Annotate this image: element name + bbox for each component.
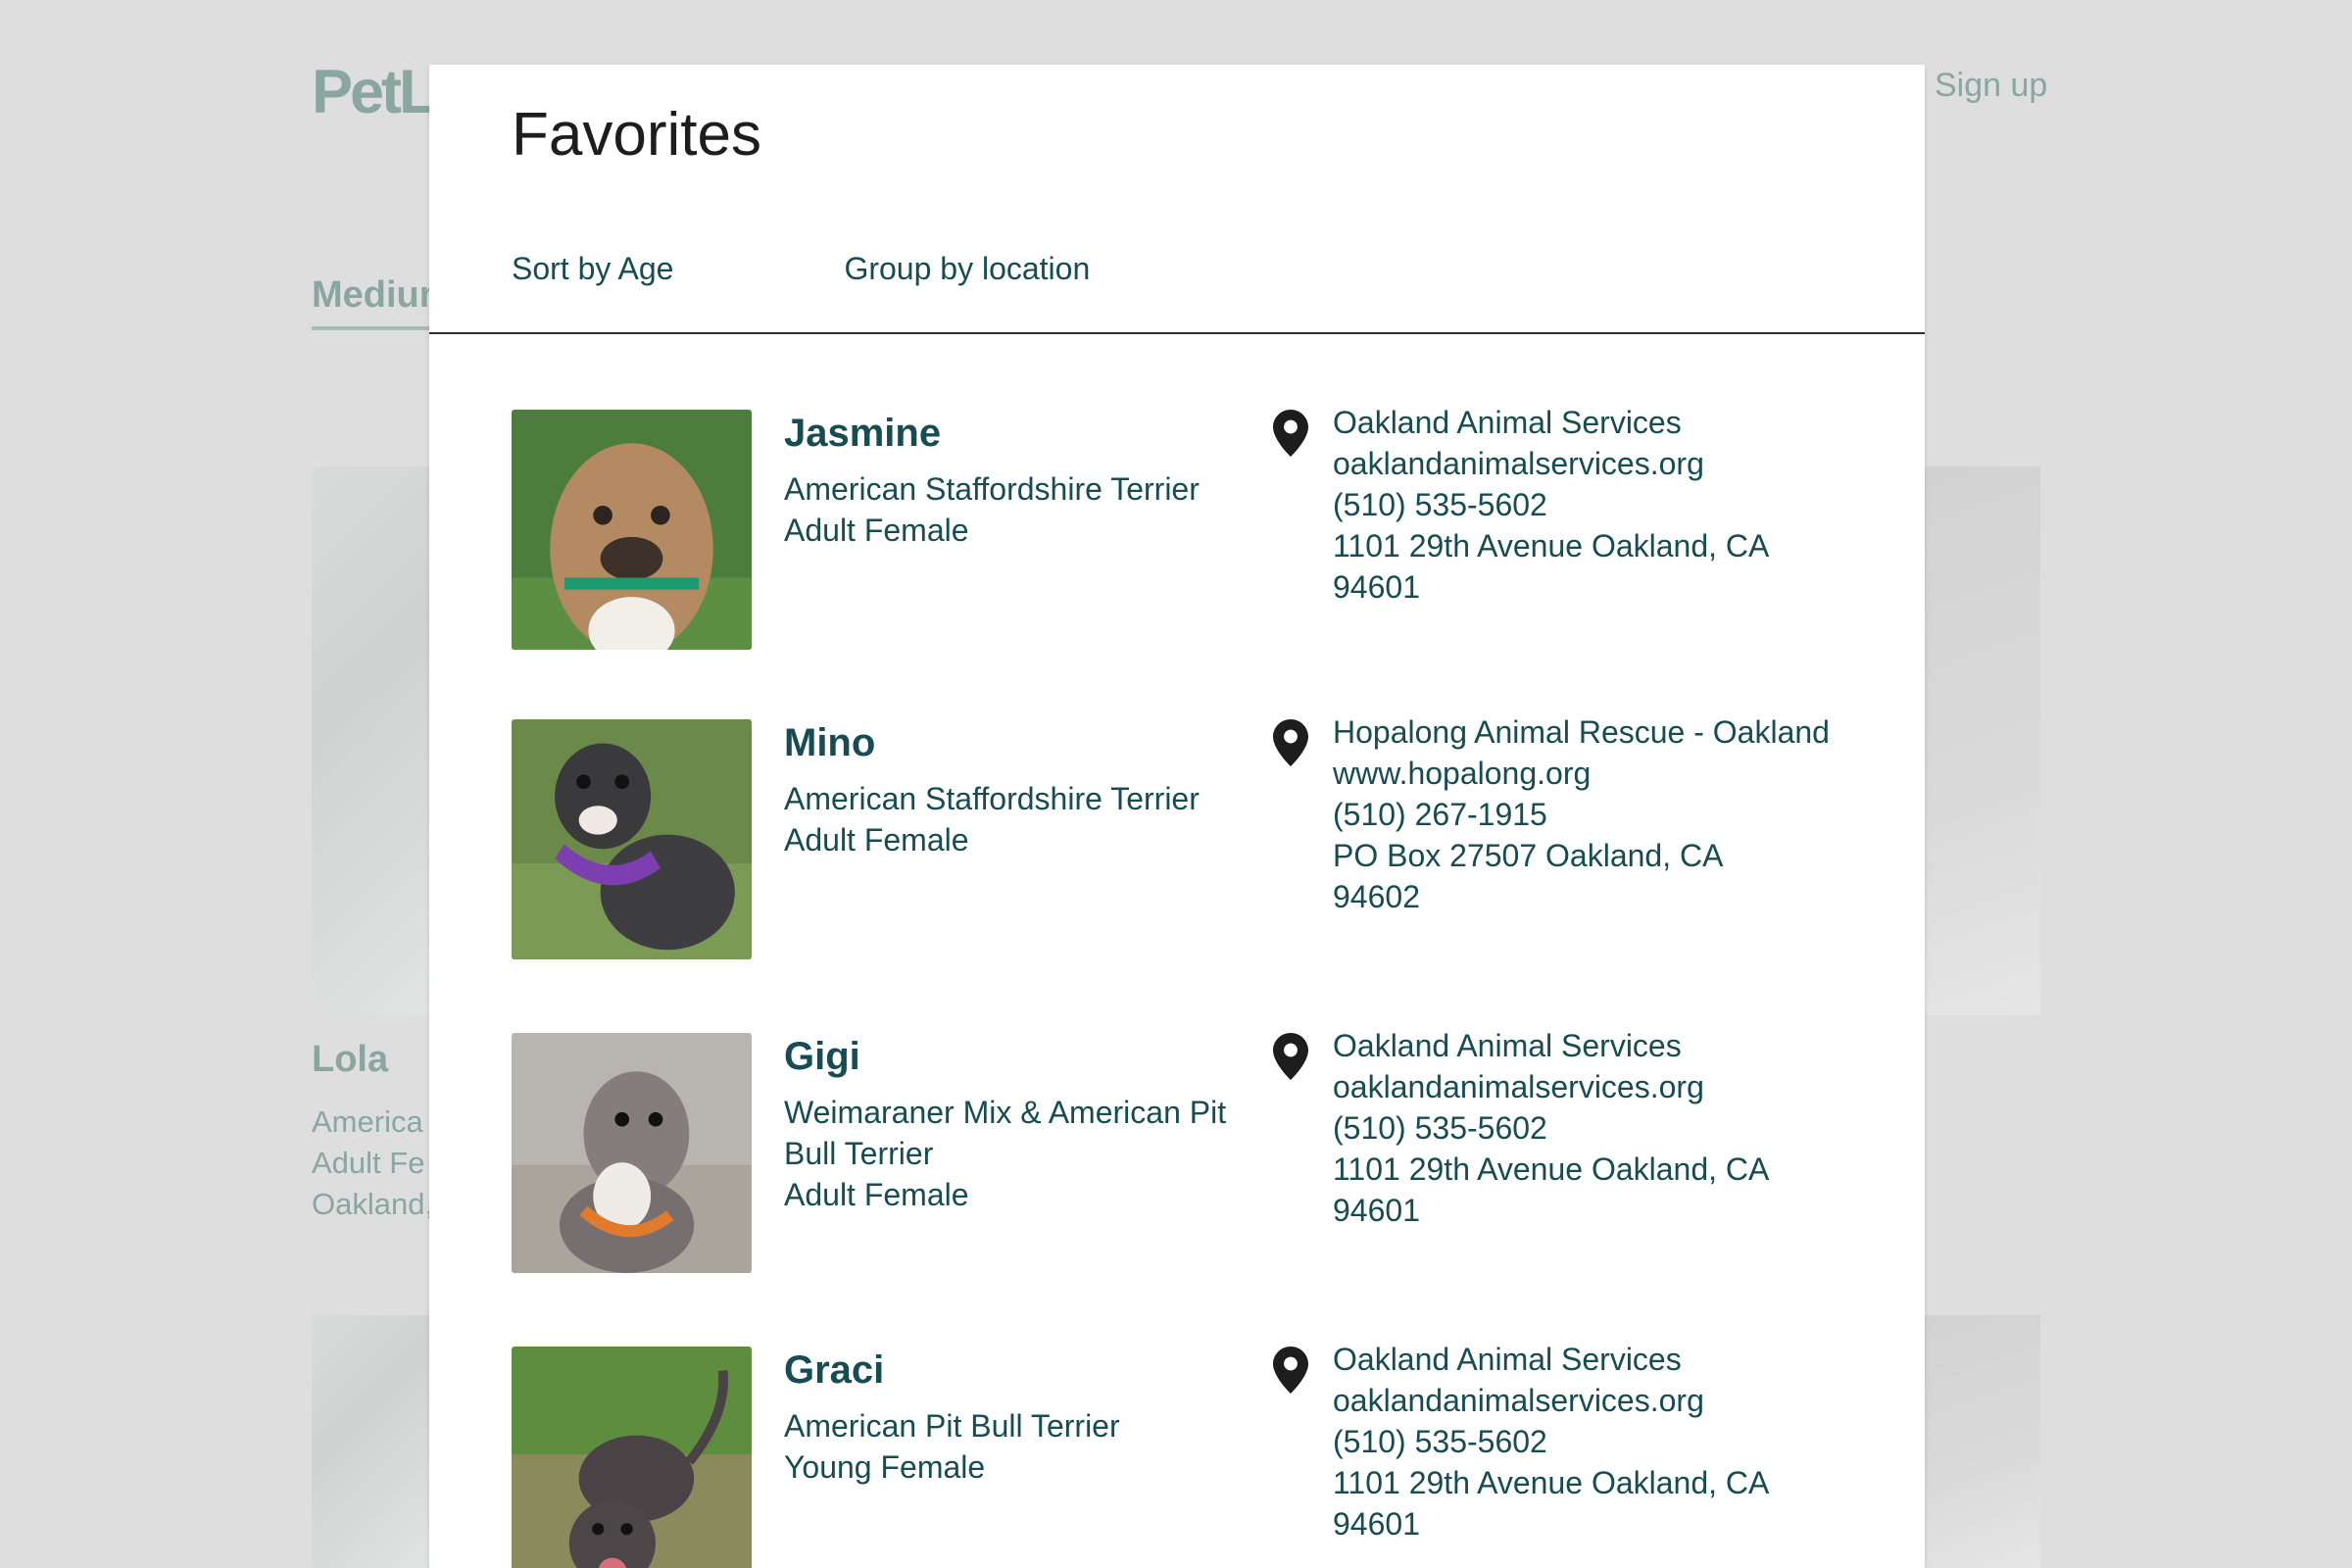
favorite-item: Gigi Weimaraner Mix & American Pit Bull …: [512, 1028, 1864, 1288]
shelter-name: Oakland Animal Services: [1333, 1342, 1682, 1377]
pet-card-location: Oakland,: [312, 1187, 429, 1221]
pet-details: American Pit Bull Terrier Young Female: [784, 1405, 1245, 1488]
favorites-modal: Favorites Sort by Age Group by location …: [429, 65, 1925, 1568]
shelter-address: PO Box 27507 Oakland, CA: [1333, 838, 1724, 873]
size-filter-tab[interactable]: Medium: [312, 274, 449, 330]
pet-details: American Staffordshire Terrier Adult Fem…: [784, 468, 1245, 551]
favorite-item: Jasmine American Staffordshire Terrier A…: [512, 405, 1864, 664]
site-logo: PetL: [312, 58, 437, 126]
pet-card-photo[interactable]: [1921, 466, 2040, 1015]
map-pin-icon: [1273, 719, 1308, 766]
favorite-item: Mino American Staffordshire Terrier Adul…: [512, 714, 1864, 974]
shelter-name: Oakland Animal Services: [1333, 405, 1682, 440]
pet-card-name[interactable]: Lola: [312, 1039, 388, 1081]
pet-card-breed: America: [312, 1104, 423, 1139]
shelter-zip: 94601: [1333, 1506, 1420, 1542]
pet-details: American Staffordshire Terrier Adult Fem…: [784, 778, 1245, 860]
pet-details: Weimaraner Mix & American Pit Bull Terri…: [784, 1092, 1245, 1215]
shelter-zip: 94601: [1333, 1193, 1420, 1228]
shelter-info: Oakland Animal Services oaklandanimalser…: [1333, 402, 1862, 608]
shelter-zip: 94602: [1333, 879, 1420, 914]
pet-photo[interactable]: [512, 1347, 752, 1568]
pet-age-sex: Adult Female: [784, 822, 969, 858]
pet-name[interactable]: Gigi: [784, 1035, 860, 1079]
shelter-website[interactable]: oaklandanimalservices.org: [1333, 1066, 1862, 1107]
modal-title: Favorites: [512, 101, 761, 169]
pet-name[interactable]: Graci: [784, 1348, 884, 1393]
pet-card-age: Adult Fe: [312, 1146, 425, 1180]
shelter-info: Hopalong Animal Rescue - Oakland www.hop…: [1333, 711, 1862, 917]
divider: [429, 332, 1925, 334]
tab-sort-by-age[interactable]: Sort by Age: [512, 251, 673, 287]
pet-name[interactable]: Jasmine: [784, 412, 941, 456]
pet-card-photo[interactable]: [312, 466, 429, 1015]
shelter-phone[interactable]: (510) 267-1915: [1333, 794, 1862, 835]
shelter-zip: 94601: [1333, 569, 1420, 605]
pet-age-sex: Young Female: [784, 1449, 986, 1485]
shelter-address: 1101 29th Avenue Oakland, CA: [1333, 528, 1770, 564]
pet-photo[interactable]: [512, 1033, 752, 1273]
pet-photo[interactable]: [512, 410, 752, 650]
pet-card-photo[interactable]: [1921, 1315, 2040, 1568]
favorite-item: Graci American Pit Bull Terrier Young Fe…: [512, 1342, 1864, 1568]
shelter-website[interactable]: oaklandanimalservices.org: [1333, 1380, 1862, 1421]
signup-link[interactable]: Sign up: [1935, 67, 2047, 105]
map-pin-icon: [1273, 410, 1308, 457]
shelter-website[interactable]: oaklandanimalservices.org: [1333, 443, 1862, 484]
shelter-website[interactable]: www.hopalong.org: [1333, 753, 1862, 794]
pet-breed: American Staffordshire Terrier: [784, 471, 1200, 507]
shelter-info: Oakland Animal Services oaklandanimalser…: [1333, 1339, 1862, 1544]
pet-age-sex: Adult Female: [784, 513, 969, 548]
pet-age-sex: Adult Female: [784, 1177, 969, 1212]
map-pin-icon: [1273, 1347, 1308, 1394]
shelter-phone[interactable]: (510) 535-5602: [1333, 1421, 1862, 1462]
modal-tabs: Sort by Age Group by location: [512, 251, 1090, 287]
shelter-info: Oakland Animal Services oaklandanimalser…: [1333, 1025, 1862, 1231]
shelter-address: 1101 29th Avenue Oakland, CA: [1333, 1465, 1770, 1500]
tab-group-by-location[interactable]: Group by location: [844, 251, 1090, 287]
pet-breed: American Staffordshire Terrier: [784, 781, 1200, 816]
shelter-name: Hopalong Animal Rescue - Oakland: [1333, 714, 1830, 750]
shelter-name: Oakland Animal Services: [1333, 1028, 1682, 1063]
pet-card-photo[interactable]: [312, 1315, 429, 1568]
map-pin-icon: [1273, 1033, 1308, 1080]
pet-breed: Weimaraner Mix & American Pit Bull Terri…: [784, 1095, 1227, 1171]
pet-photo[interactable]: [512, 719, 752, 959]
pet-card-info: America Adult Fe Oakland,: [312, 1102, 429, 1225]
pet-name[interactable]: Mino: [784, 721, 875, 765]
shelter-phone[interactable]: (510) 535-5602: [1333, 1107, 1862, 1149]
shelter-phone[interactable]: (510) 535-5602: [1333, 484, 1862, 525]
shelter-address: 1101 29th Avenue Oakland, CA: [1333, 1152, 1770, 1187]
pet-breed: American Pit Bull Terrier: [784, 1408, 1120, 1444]
